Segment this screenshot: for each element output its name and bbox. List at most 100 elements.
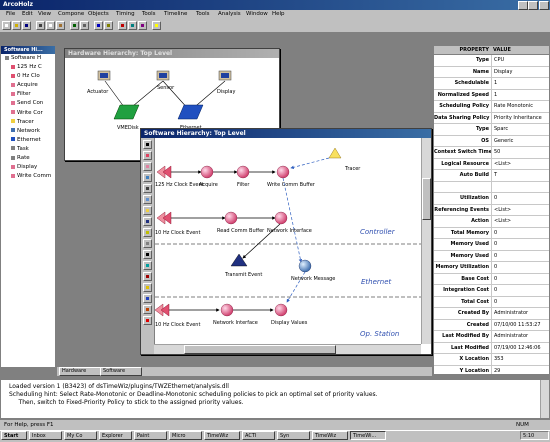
scroll-thumb[interactable]: [422, 178, 431, 220]
property-value[interactable]: 07/19/00 12:46:06: [492, 343, 549, 354]
line-tool-icon[interactable]: [143, 250, 152, 259]
clock10b-node[interactable]: 10 Hz Clock Event: [155, 303, 200, 328]
delete-tool-icon[interactable]: [143, 316, 152, 325]
link-tool-icon[interactable]: [143, 184, 152, 193]
analyze-icon[interactable]: [128, 21, 137, 30]
tree-item[interactable]: Write Comm: [1, 172, 55, 181]
tracer-tool-icon[interactable]: [143, 206, 152, 215]
polygon-tool-icon[interactable]: [143, 294, 152, 303]
property-value[interactable]: [492, 182, 549, 193]
property-row[interactable]: Memory Used 0: [434, 239, 549, 251]
property-value[interactable]: Administrator: [492, 308, 549, 319]
write-comm-node[interactable]: Write Comm Buffer: [267, 165, 316, 188]
net-interface-b-node[interactable]: Network Interface: [213, 303, 258, 326]
output-vscroll[interactable]: [540, 380, 549, 418]
maximize-button[interactable]: [528, 1, 538, 10]
message-tool-icon[interactable]: [143, 195, 152, 204]
menu-window[interactable]: Window: [246, 10, 268, 19]
tree-item[interactable]: Write Cor: [1, 109, 55, 118]
timeline-icon[interactable]: [138, 21, 147, 30]
property-value[interactable]: 0: [492, 285, 549, 296]
property-row[interactable]: Memory Used 0: [434, 250, 549, 262]
clock125-node[interactable]: 125 Hz Clock Event: [155, 165, 204, 188]
property-row[interactable]: Normalized Speed 1: [434, 89, 549, 101]
ellipse-tool-icon[interactable]: [143, 272, 152, 281]
copy-icon[interactable]: [46, 21, 55, 30]
property-value[interactable]: 0: [492, 239, 549, 250]
tree-item[interactable]: Display: [1, 163, 55, 172]
menu-help[interactable]: Help: [272, 10, 285, 19]
menu-view[interactable]: View: [38, 10, 51, 19]
property-value[interactable]: Sparc: [492, 124, 549, 135]
rect-tool-icon[interactable]: [143, 261, 152, 270]
property-row[interactable]: Last Modified By Administrator: [434, 331, 549, 343]
software-vscroll[interactable]: [421, 138, 431, 344]
paste-icon[interactable]: [56, 21, 65, 30]
clock10a-node[interactable]: 10 Hz Clock Event: [155, 211, 200, 236]
vmedisk-node[interactable]: VMEDisk: [113, 104, 140, 131]
property-value[interactable]: 0: [492, 251, 549, 262]
hardware-window-title[interactable]: Hardware Hierarchy: Top Level: [65, 49, 279, 58]
property-value[interactable]: 1: [492, 90, 549, 101]
hscroll-thumb[interactable]: [184, 345, 336, 354]
property-row[interactable]: Integration Cost 0: [434, 285, 549, 297]
property-row[interactable]: Action <List>: [434, 216, 549, 228]
run-icon[interactable]: [118, 21, 127, 30]
minimize-button[interactable]: [518, 1, 528, 10]
property-row[interactable]: Data Sharing Policy Priority Inheritance: [434, 112, 549, 124]
property-value[interactable]: 0: [492, 297, 549, 308]
property-row[interactable]: Type Sparc: [434, 124, 549, 136]
taskbar-item-timewiz-2[interactable]: TimeWiz: [312, 431, 348, 440]
property-value[interactable]: <List>: [492, 159, 549, 170]
property-row[interactable]: Schedulable 1: [434, 78, 549, 90]
property-value[interactable]: CPU: [492, 55, 549, 66]
zoom-tool-icon[interactable]: [143, 228, 152, 237]
property-row[interactable]: Scheduling Policy Rate Monotonic: [434, 101, 549, 113]
property-value[interactable]: 29: [492, 366, 549, 375]
property-value[interactable]: Administrator: [492, 331, 549, 342]
net-interface-a-node[interactable]: Network Interface: [267, 211, 312, 234]
menu-tools-2[interactable]: Tools: [196, 10, 210, 19]
property-row[interactable]: Name Display: [434, 66, 549, 78]
menu-timeline[interactable]: Timeline: [164, 10, 187, 19]
tree-item[interactable]: Rate: [1, 154, 55, 163]
property-row[interactable]: Total Cost 0: [434, 296, 549, 308]
new-icon[interactable]: [2, 21, 11, 30]
property-row[interactable]: Total Memory 0: [434, 227, 549, 239]
property-value[interactable]: Priority Inheritance: [492, 113, 549, 124]
property-value[interactable]: <List>: [492, 216, 549, 227]
sensor-node[interactable]: Sensor: [156, 70, 175, 91]
property-value[interactable]: Generic: [492, 136, 549, 147]
tree-item[interactable]: Ethernet: [1, 136, 55, 145]
property-value[interactable]: 353: [492, 354, 549, 365]
menu-tools[interactable]: Tools: [142, 10, 156, 19]
software-window[interactable]: Software Hierarchy: Top Level Controller…: [140, 128, 432, 355]
tree-item[interactable]: 125 Hz C: [1, 63, 55, 72]
property-row[interactable]: OS Generic: [434, 135, 549, 147]
action-tool-icon[interactable]: [143, 162, 152, 171]
taskbar-item-explorer[interactable]: Explorer: [99, 431, 132, 440]
software-window-title[interactable]: Software Hierarchy: Top Level: [141, 129, 431, 138]
tree-item[interactable]: Tracer: [1, 118, 55, 127]
tree-item[interactable]: Network: [1, 127, 55, 136]
display-values-node[interactable]: Display Values: [271, 303, 308, 326]
filter-node[interactable]: Filter: [236, 165, 250, 188]
property-value[interactable]: 0: [492, 274, 549, 285]
print-icon[interactable]: [80, 21, 89, 30]
menu-analysis[interactable]: Analysis: [218, 10, 241, 19]
property-value[interactable]: 07/10/00 11:53:27: [492, 320, 549, 331]
resource-tool-icon[interactable]: [143, 173, 152, 182]
taskbar-item-inbox[interactable]: Inbox: [29, 431, 62, 440]
property-row[interactable]: Created By Administrator: [434, 308, 549, 320]
acquire-node[interactable]: Acquire: [199, 165, 218, 188]
tracer-node[interactable]: Tracer: [328, 147, 361, 172]
taskbar-item-mycomputer[interactable]: My Co: [64, 431, 97, 440]
help-icon[interactable]: [152, 21, 161, 30]
property-value[interactable]: 1: [492, 78, 549, 89]
property-value[interactable]: 0: [492, 193, 549, 204]
software-hscroll[interactable]: [154, 344, 421, 354]
taskbar-item-syn[interactable]: Syn: [277, 431, 310, 440]
tree-item[interactable]: Software H: [1, 54, 55, 63]
start-button[interactable]: Start: [1, 431, 27, 440]
property-row[interactable]: Y Location 29: [434, 365, 549, 375]
